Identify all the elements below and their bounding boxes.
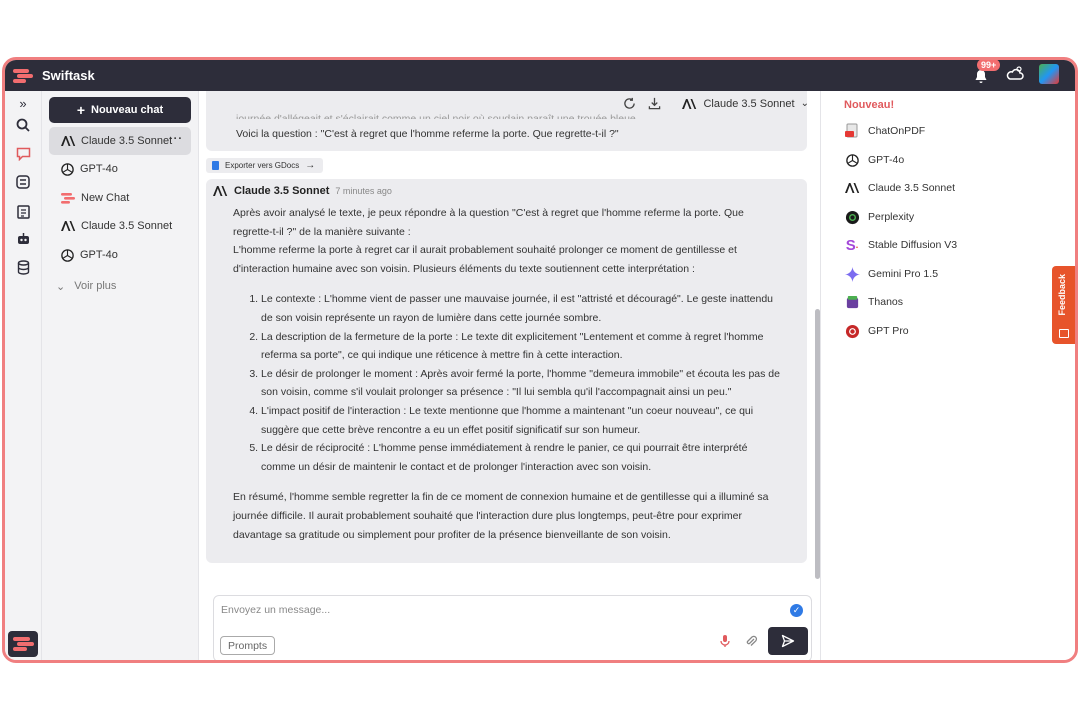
- message-input[interactable]: [221, 604, 781, 616]
- swiftask-logo-icon[interactable]: [8, 631, 38, 657]
- check-icon[interactable]: ✓: [790, 604, 803, 617]
- paperclip-icon[interactable]: [744, 634, 758, 648]
- chat-sidebar: + Nouveau chat Claude 3.5 Sonnet ··· GPT…: [42, 91, 199, 660]
- chat-item[interactable]: Claude 3.5 Sonnet: [49, 212, 191, 240]
- more-options-icon[interactable]: ···: [169, 133, 183, 145]
- model-item[interactable]: Claude 3.5 Sonnet: [844, 178, 955, 198]
- top-bar: Swiftask 99+: [5, 60, 1075, 91]
- assistant-points: Le contexte : L'homme vient de passer un…: [261, 290, 781, 476]
- pdf-icon: [844, 123, 860, 139]
- assistant-summary: En résumé, l'homme semble regretter la f…: [233, 491, 769, 541]
- database-icon[interactable]: [14, 258, 32, 276]
- openai-icon: [844, 152, 860, 168]
- message-timestamp: 7 minutes ago: [335, 186, 392, 196]
- notifications-button[interactable]: 99+: [973, 60, 1001, 83]
- chevron-down-icon: ⌄: [56, 281, 66, 293]
- assistant-intro: Après avoir analysé le texte, je peux ré…: [233, 207, 744, 238]
- chat-toolbar: Claude 3.5 Sonnet ⌄: [623, 97, 809, 110]
- list-item: L'impact positif de l'interaction : Le t…: [261, 402, 781, 439]
- feedback-icon: [1059, 329, 1069, 338]
- model-item[interactable]: GPT Pro: [844, 321, 909, 341]
- anthropic-icon: [61, 136, 76, 146]
- model-item[interactable]: GPT-4o: [844, 150, 904, 170]
- perplexity-icon: [844, 209, 860, 225]
- list-item: La description de la fermeture de la por…: [261, 328, 781, 365]
- search-icon[interactable]: [14, 116, 32, 134]
- assistant-message-header: Claude 3.5 Sonnet 7 minutes ago: [212, 185, 392, 197]
- anthropic-icon: [682, 98, 697, 109]
- expand-chevrons-icon[interactable]: »: [14, 94, 32, 112]
- openai-icon: [61, 248, 74, 262]
- plus-icon: +: [76, 102, 86, 118]
- user-message-question: Voici la question : "C'est à regret que …: [236, 128, 619, 140]
- refresh-icon[interactable]: [623, 97, 636, 110]
- user-avatar[interactable]: [1039, 64, 1059, 84]
- gemini-icon: [844, 266, 860, 282]
- brand-name: Swiftask: [42, 68, 95, 83]
- new-models-panel: Nouveau! ChatOnPDF GPT-4o Claude 3.5 Son…: [820, 91, 1075, 660]
- chat-item[interactable]: Claude 3.5 Sonnet ···: [49, 127, 191, 155]
- robot-icon[interactable]: [14, 230, 32, 248]
- notification-badge: 99+: [977, 60, 1001, 71]
- assistant-name: Claude 3.5 Sonnet: [234, 185, 330, 197]
- icon-rail: »: [5, 91, 42, 660]
- weather-icon[interactable]: [1005, 65, 1025, 83]
- chat-main: journée d'allégeait et s'éclairait comme…: [199, 91, 820, 660]
- gpt-pro-icon: [844, 323, 860, 339]
- swiftask-logo-icon[interactable]: [11, 67, 35, 85]
- prompts-button[interactable]: Prompts: [220, 636, 276, 655]
- download-icon[interactable]: [648, 97, 661, 110]
- send-icon: [781, 634, 795, 648]
- see-more-button[interactable]: ⌄ Voir plus: [56, 280, 116, 293]
- model-item[interactable]: Thanos: [844, 292, 903, 312]
- apps-icon[interactable]: [14, 173, 32, 191]
- send-button[interactable]: [768, 627, 808, 655]
- bell-icon: [975, 70, 987, 83]
- message-composer: ✓ Prompts: [213, 595, 812, 660]
- model-item[interactable]: Perplexity: [844, 207, 914, 227]
- panel-title: Nouveau!: [844, 99, 895, 111]
- app-window: Swiftask 99+ » + Nouveau chat Claude 3.5…: [2, 57, 1078, 663]
- list-item: Le contexte : L'homme vient de passer un…: [261, 290, 781, 327]
- arrow-right-icon: →: [305, 160, 316, 171]
- thanos-icon: [844, 294, 860, 310]
- stable-diffusion-icon: S.: [845, 236, 859, 254]
- google-docs-icon: [212, 161, 219, 170]
- model-item[interactable]: ChatOnPDF: [844, 121, 925, 141]
- clipboard-icon[interactable]: [14, 202, 32, 220]
- assistant-message-body: Après avoir analysé le texte, je peux ré…: [233, 204, 781, 544]
- model-item[interactable]: S. Stable Diffusion V3: [844, 235, 957, 255]
- list-item: Le désir de prolonger le moment : Après …: [261, 365, 781, 402]
- chat-icon[interactable]: [14, 145, 32, 163]
- feedback-tab[interactable]: Feedback: [1052, 266, 1075, 344]
- openai-icon: [61, 162, 74, 176]
- model-item[interactable]: Gemini Pro 1.5: [844, 264, 938, 284]
- assistant-message: Claude 3.5 Sonnet 7 minutes ago Après av…: [206, 179, 807, 563]
- top-right-actions: 99+: [973, 60, 1059, 84]
- list-item: Le désir de réciprocité : L'homme pense …: [261, 439, 781, 476]
- assistant-intro-2: L'homme referme la porte à regret car il…: [233, 244, 737, 275]
- anthropic-icon: [61, 221, 76, 231]
- anthropic-icon: [844, 180, 860, 196]
- swiftask-icon: [61, 193, 75, 204]
- chat-item[interactable]: GPT-4o: [49, 155, 191, 183]
- model-selector[interactable]: Claude 3.5 Sonnet ⌄: [681, 98, 809, 110]
- chevron-down-icon: ⌄: [800, 98, 809, 109]
- anthropic-icon: [213, 186, 228, 196]
- new-chat-button[interactable]: + Nouveau chat: [49, 97, 191, 123]
- export-gdocs-button[interactable]: Exporter vers GDocs →: [206, 158, 324, 173]
- user-message-faded-text: journée d'allégeait et s'éclairait comme…: [236, 113, 639, 119]
- microphone-icon[interactable]: [718, 634, 732, 648]
- chat-item[interactable]: New Chat: [49, 184, 191, 212]
- chat-item[interactable]: GPT-4o: [49, 241, 191, 269]
